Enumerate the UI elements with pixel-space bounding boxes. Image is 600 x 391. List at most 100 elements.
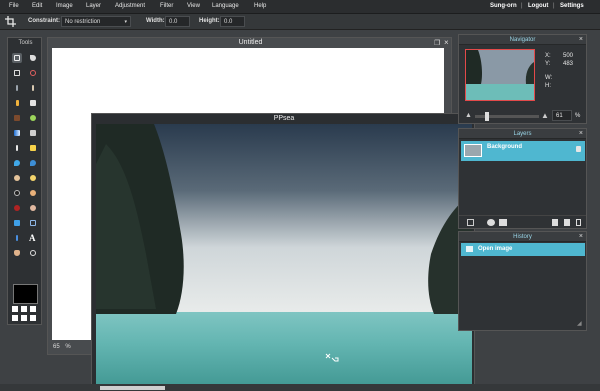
red-eye-tool-button[interactable]: [12, 203, 22, 213]
spot-heal-tool-button[interactable]: [28, 143, 38, 153]
replace-color-tool-button[interactable]: [12, 233, 22, 243]
fill-tool-button[interactable]: [12, 113, 22, 123]
menu-separator: |: [553, 3, 555, 9]
close-icon[interactable]: ×: [579, 233, 583, 240]
navigator-panel: Navigator × X: 500 Y: 483 W: H: ▲ ▲ 61 %: [458, 34, 587, 124]
options-bar: Constraint: No restriction ▾ Width: 0.0 …: [0, 14, 600, 30]
logout-link[interactable]: Logout: [528, 3, 548, 9]
untitled-title: Untitled: [238, 39, 263, 46]
smudge-tool-button[interactable]: [12, 173, 22, 183]
menu-filter[interactable]: Filter: [160, 3, 173, 9]
lasso-tool-button[interactable]: [28, 68, 38, 78]
eraser-tool-button[interactable]: [28, 98, 38, 108]
layer-thumbnail: [464, 144, 482, 157]
layers-panel: Layers × Background: [458, 128, 587, 229]
tools-title: Tools: [18, 40, 33, 46]
crop-tool-button[interactable]: [12, 53, 22, 63]
chevron-down-icon: ▾: [124, 19, 127, 25]
zoom-icon[interactable]: [28, 248, 38, 258]
brush-tool-button[interactable]: [12, 98, 22, 108]
zoom-slider[interactable]: [475, 112, 539, 121]
width-field[interactable]: 0.0: [165, 16, 190, 27]
pinch-tool-button[interactable]: [12, 218, 22, 228]
navigator-thumbnail[interactable]: [465, 49, 535, 101]
zoom-field[interactable]: 61: [552, 110, 572, 121]
blur-tool-button[interactable]: [12, 158, 22, 168]
navigator-title: Navigator: [509, 37, 536, 43]
history-title: History: [513, 234, 532, 240]
close-icon[interactable]: ×: [579, 130, 583, 137]
zoom-in-icon[interactable]: ▲: [541, 111, 549, 120]
move-tool-button[interactable]: [28, 53, 38, 63]
sharpen-tool-button[interactable]: [28, 158, 38, 168]
constraint-value: No restriction: [65, 19, 101, 25]
burn-tool-button[interactable]: [28, 188, 38, 198]
layer-mask-icon[interactable]: [487, 219, 495, 226]
new-layer-icon[interactable]: [552, 219, 558, 226]
pattern-tool-button[interactable]: [28, 113, 38, 123]
menu-layer[interactable]: Layer: [86, 3, 101, 9]
sponge-tool-button[interactable]: [28, 173, 38, 183]
colorpicker-tool-button[interactable]: [12, 143, 22, 153]
type-tool-button[interactable]: A: [28, 233, 38, 243]
nav-x-label: X:: [545, 53, 551, 59]
resize-grip-icon[interactable]: ◢: [577, 320, 582, 327]
untitled-zoom-field[interactable]: 65 %: [53, 344, 71, 350]
nav-w-label: W:: [545, 75, 553, 81]
nav-x-value: 500: [563, 53, 574, 59]
layers-title: Layers: [513, 131, 532, 137]
pencil-tool-button[interactable]: [28, 83, 38, 93]
drawing-tool-button[interactable]: [28, 218, 38, 228]
menu-file[interactable]: File: [9, 3, 19, 9]
history-item-label: Open image: [478, 246, 513, 252]
width-label: Width:: [146, 18, 165, 24]
nav-h-label: H:: [545, 83, 551, 89]
gradient-tool-button[interactable]: [12, 128, 22, 138]
wand-tool-button[interactable]: [12, 83, 22, 93]
color-swatch[interactable]: [13, 284, 38, 304]
user-name-link[interactable]: Sung-orn: [490, 3, 517, 9]
constraint-label: Constraint:: [28, 18, 60, 24]
layer-name: Background: [487, 144, 523, 150]
layer-settings-icon[interactable]: [467, 219, 474, 226]
close-icon[interactable]: ×: [444, 38, 449, 47]
zoom-slider-handle[interactable]: [485, 112, 489, 121]
layer-row-background[interactable]: Background: [461, 141, 585, 161]
lock-icon: [576, 146, 581, 152]
percent-icon: %: [65, 344, 71, 350]
flatten-icon[interactable]: [576, 219, 581, 226]
grid-view-icon[interactable]: [12, 306, 40, 322]
height-field[interactable]: 0.0: [220, 16, 245, 27]
ppsea-image[interactable]: [96, 124, 472, 391]
status-strip: [0, 384, 600, 391]
crop-tool-icon: [5, 16, 16, 27]
nav-y-value: 483: [563, 61, 574, 67]
hand-icon[interactable]: [12, 248, 22, 258]
untitled-zoom-value: 65: [53, 344, 60, 350]
layer-style-icon[interactable]: [499, 219, 507, 226]
tools-panel: Tools A: [7, 37, 42, 325]
marquee-tool-button[interactable]: [12, 68, 22, 78]
restore-icon[interactable]: ❐: [434, 39, 440, 47]
menu-view[interactable]: View: [187, 3, 200, 9]
image-icon: [466, 246, 473, 252]
settings-link[interactable]: Settings: [560, 3, 584, 9]
menu-edit[interactable]: Edit: [32, 3, 42, 9]
stamp-tool-button[interactable]: [28, 128, 38, 138]
history-row-open-image[interactable]: Open image: [461, 243, 585, 256]
bloat-tool-button[interactable]: [28, 203, 38, 213]
trash-icon[interactable]: [564, 219, 570, 226]
history-header: History ×: [459, 232, 586, 242]
menu-image[interactable]: Image: [56, 3, 73, 9]
close-icon[interactable]: ×: [579, 36, 583, 43]
zoom-unit: %: [575, 113, 581, 119]
constraint-select[interactable]: No restriction ▾: [61, 16, 131, 27]
layers-toolbar: [459, 215, 586, 228]
menu-adjustment[interactable]: Adjustment: [115, 3, 145, 9]
scrollbar-thumb[interactable]: [100, 386, 165, 390]
nav-y-label: Y:: [545, 61, 551, 67]
zoom-out-icon[interactable]: ▲: [465, 112, 472, 119]
menu-language[interactable]: Language: [212, 3, 239, 9]
menu-help[interactable]: Help: [254, 3, 266, 9]
dodge-tool-button[interactable]: [12, 188, 22, 198]
